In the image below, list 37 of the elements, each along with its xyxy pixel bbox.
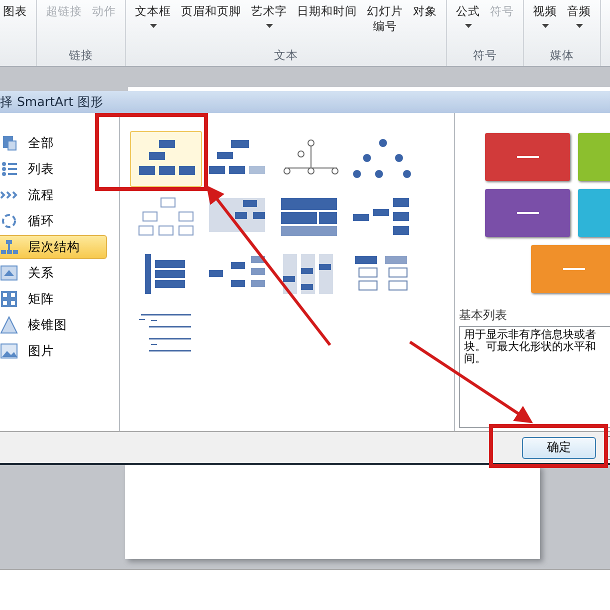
- preview-title: 基本列表: [459, 307, 508, 324]
- category-icon: [0, 160, 18, 178]
- ribbon-button[interactable]: 视频: [530, 4, 560, 48]
- category-item[interactable]: 列表: [0, 157, 107, 181]
- group-label: 文本: [274, 48, 298, 64]
- dialog-title: 择 SmartArt 图形: [0, 91, 610, 113]
- category-item[interactable]: 流程: [0, 183, 107, 207]
- group-label: 链接: [69, 48, 93, 64]
- category-icon: [0, 264, 18, 282]
- ribbon-button[interactable]: 页眉和页脚: [178, 4, 244, 48]
- category-item[interactable]: 层次结构: [0, 235, 107, 259]
- description-box: 用于显示非有序信息块或者 块。可最大化形状的水平和 间。: [459, 326, 610, 428]
- ribbon-button[interactable]: 公式: [453, 4, 483, 48]
- category-item[interactable]: 矩阵: [0, 287, 107, 311]
- category-item[interactable]: 全部: [0, 131, 107, 155]
- category-item[interactable]: 关系: [0, 261, 107, 285]
- category-item[interactable]: 棱锥图: [0, 313, 107, 337]
- ok-button[interactable]: 确定: [522, 436, 596, 458]
- category-item[interactable]: 循环: [0, 209, 107, 233]
- category-icon: [0, 238, 18, 256]
- ribbon-button[interactable]: 幻灯片 编号: [364, 4, 406, 48]
- layout-option[interactable]: [130, 131, 202, 187]
- category-item[interactable]: 图片: [0, 339, 107, 363]
- category-icon: [0, 212, 18, 230]
- group-label: 符号: [473, 48, 497, 64]
- category-icon: [0, 342, 18, 360]
- ribbon-button[interactable]: 文本框: [132, 4, 174, 48]
- ribbon-button[interactable]: 日期和时间: [294, 4, 360, 48]
- group-label: 媒体: [550, 48, 574, 64]
- ribbon-button[interactable]: 图表: [0, 4, 30, 48]
- category-icon: [0, 290, 18, 308]
- category-icon: [0, 134, 18, 152]
- ribbon-button[interactable]: 艺术字: [248, 4, 290, 48]
- ribbon-button[interactable]: 对象: [410, 4, 440, 48]
- category-icon: [0, 316, 18, 334]
- diagram-thumbnail-icon: [351, 138, 413, 180]
- ribbon-button[interactable]: 音频: [564, 4, 594, 48]
